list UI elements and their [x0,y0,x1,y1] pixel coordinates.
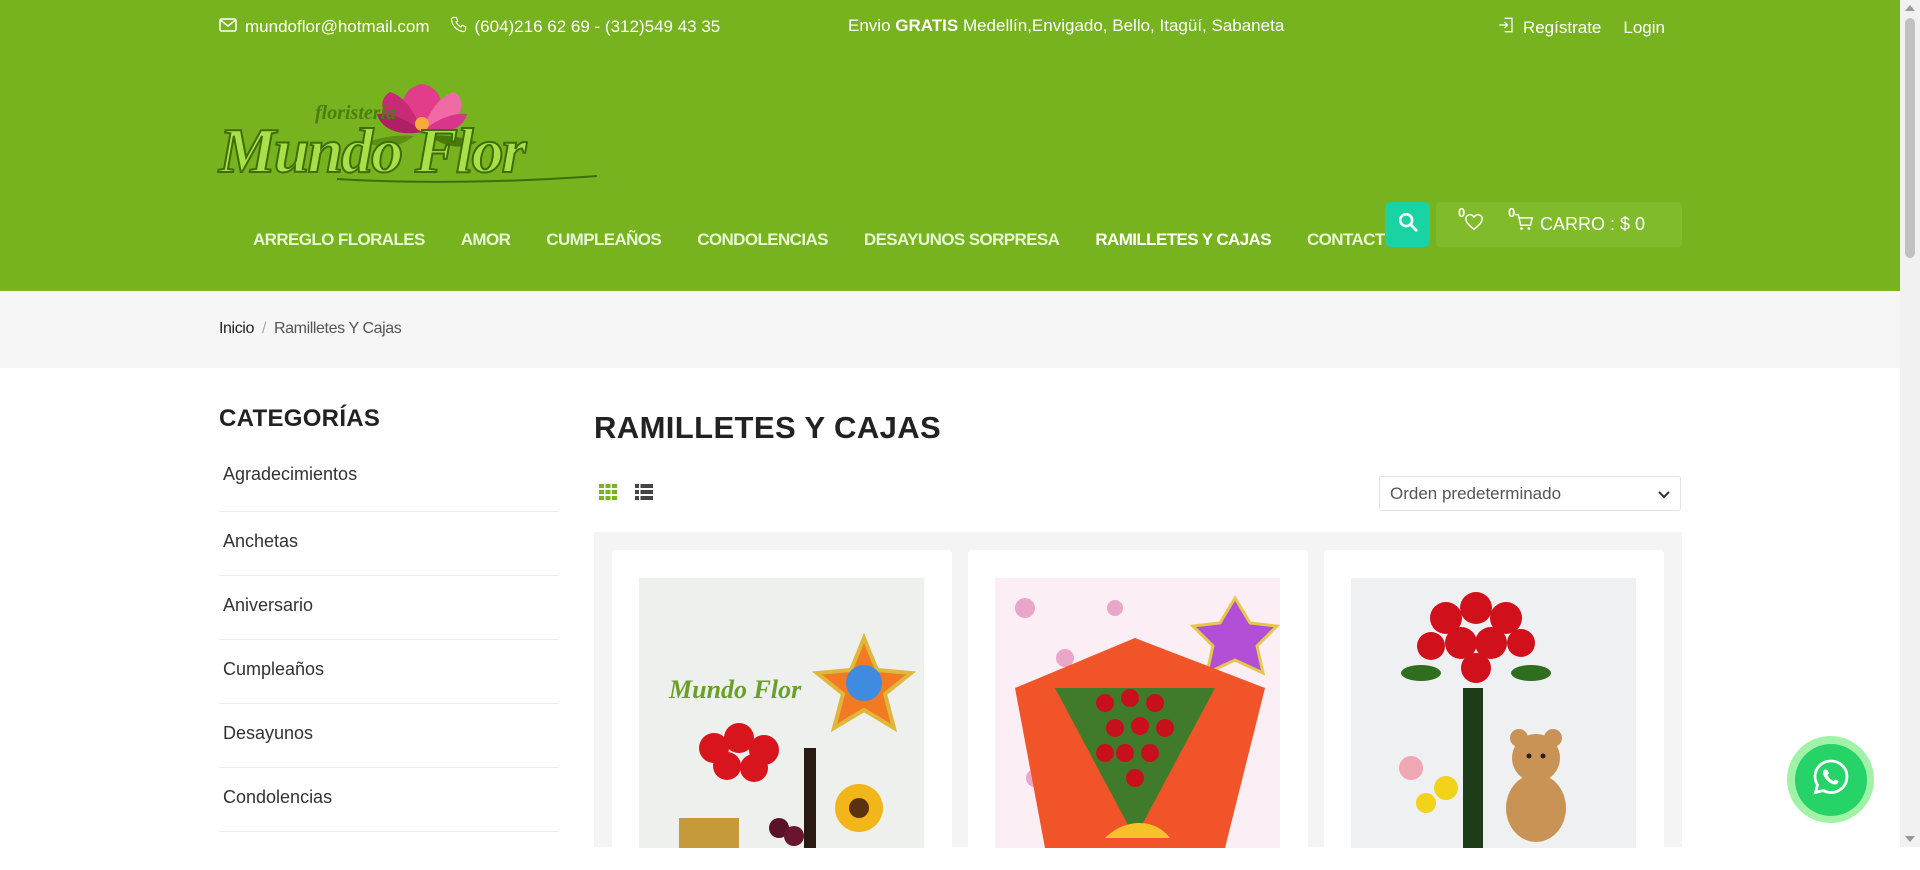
chevron-down-icon [1658,484,1670,504]
site-header: floristeria Mundo Flor ARREGLO FLORALES … [0,54,1900,291]
breadcrumb-separator: / [261,320,266,337]
product-image[interactable]: Mundo Flor [639,578,924,848]
product-image[interactable] [1351,578,1636,848]
register-link[interactable]: Regístrate [1497,16,1601,39]
category-item-cumpleanos[interactable]: Cumpleaños [219,640,559,704]
nav-arreglo-florales[interactable]: ARREGLO FLORALES [253,230,425,250]
category-item-agradecimientos[interactable]: Agradecimientos [219,448,559,512]
contact-info: mundoflor@hotmail.com (604)216 62 69 - (… [219,16,732,38]
sidebar-title: CATEGORÍAS [219,405,381,432]
email-text: mundoflor@hotmail.com [245,17,430,36]
category-sidebar: CATEGORÍAS Agradecimientos Anchetas Aniv… [219,405,559,832]
search-button[interactable] [1385,202,1430,247]
list-view-icon[interactable] [635,484,653,505]
breadcrumb-home[interactable]: Inicio [219,320,254,337]
nav-ramilletes-y-cajas[interactable]: RAMILLETES Y CAJAS [1095,230,1271,250]
cart-count: 0 [1508,205,1516,220]
top-bar: mundoflor@hotmail.com (604)216 62 69 - (… [0,0,1900,54]
logo-main-text: Mundo Flor [218,115,528,186]
phone-link[interactable]: (604)216 62 69 - (312)549 43 35 [450,16,721,38]
page-scrollbar[interactable] [1900,0,1920,847]
sort-select[interactable]: Orden predeterminado [1379,476,1681,511]
wishlist-count: 0 [1458,205,1466,220]
category-item-anchetas[interactable]: Anchetas [219,512,559,576]
page-title: RAMILLETES Y CAJAS [594,410,942,445]
breadcrumb-trail: Inicio / Ramilletes Y Cajas [219,320,402,338]
shipping-notice: Envio GRATIS Medellín,Envigado, Bello, I… [848,16,1284,36]
product-grid: Mundo Flor [594,532,1682,870]
product-card[interactable] [968,550,1308,870]
scroll-up-arrow[interactable] [1905,5,1915,11]
category-item-aniversario[interactable]: Aniversario [219,576,559,640]
grid-view-icon[interactable] [599,484,617,505]
product-card[interactable] [1324,550,1664,870]
product-card[interactable]: Mundo Flor [612,550,952,870]
nav-desayunos-sorpresa[interactable]: DESAYUNOS SORPRESA [864,230,1060,250]
wishlist-button[interactable]: 0 [1458,205,1484,236]
nav-cumpleanos[interactable]: CUMPLEAÑOS [546,230,662,250]
view-toggle [599,484,653,505]
breadcrumb-current: Ramilletes Y Cajas [274,320,402,337]
cart-label: CARRO : $ 0 [1540,214,1646,234]
category-list: Agradecimientos Anchetas Aniversario Cum… [219,448,559,832]
nav-condolencias[interactable]: CONDOLENCIAS [697,230,828,250]
heart-icon [1464,213,1484,236]
site-logo[interactable]: floristeria Mundo Flor [217,84,607,199]
shipping-prefix: Envio [848,16,896,35]
scrollbar-thumb[interactable] [1905,18,1915,258]
email-link[interactable]: mundoflor@hotmail.com [219,17,430,37]
account-links: Regístrate Login [1497,16,1665,39]
login-label: Login [1623,17,1665,37]
register-label: Regístrate [1522,17,1602,37]
cart-area: 0 0 CARRO : $ 0 [1436,202,1682,247]
phone-icon [450,16,467,38]
breadcrumb: Inicio / Ramilletes Y Cajas [0,291,1900,368]
phone-text: (604)216 62 69 - (312)549 43 35 [474,17,721,36]
svg-text:Mundo Flor: Mundo Flor [668,675,802,704]
product-image[interactable] [995,578,1280,848]
category-item-condolencias[interactable]: Condolencias [219,768,559,832]
search-icon [1397,211,1419,238]
cart-button[interactable]: 0 CARRO : $ 0 [1508,205,1646,236]
nav-contacto[interactable]: CONTACTO [1307,230,1398,250]
whatsapp-button[interactable] [1787,736,1874,823]
login-link[interactable]: Login [1623,18,1665,38]
category-item-desayunos[interactable]: Desayunos [219,704,559,768]
shipping-bold: GRATIS [895,16,959,35]
shipping-suffix: Medellín,Envigado, Bello, Itagüí, Sabane… [958,16,1285,35]
whatsapp-icon [1811,757,1851,802]
envelope-icon [219,17,237,37]
main-nav: ARREGLO FLORALES AMOR CUMPLEAÑOS CONDOLE… [253,230,1433,250]
sign-in-icon [1497,16,1515,39]
cart-icon [1514,213,1534,236]
sort-selected-value: Orden predeterminado [1390,483,1562,503]
nav-amor[interactable]: AMOR [461,230,511,250]
whatsapp-circle [1794,743,1867,816]
scroll-down-arrow[interactable] [1905,836,1915,842]
